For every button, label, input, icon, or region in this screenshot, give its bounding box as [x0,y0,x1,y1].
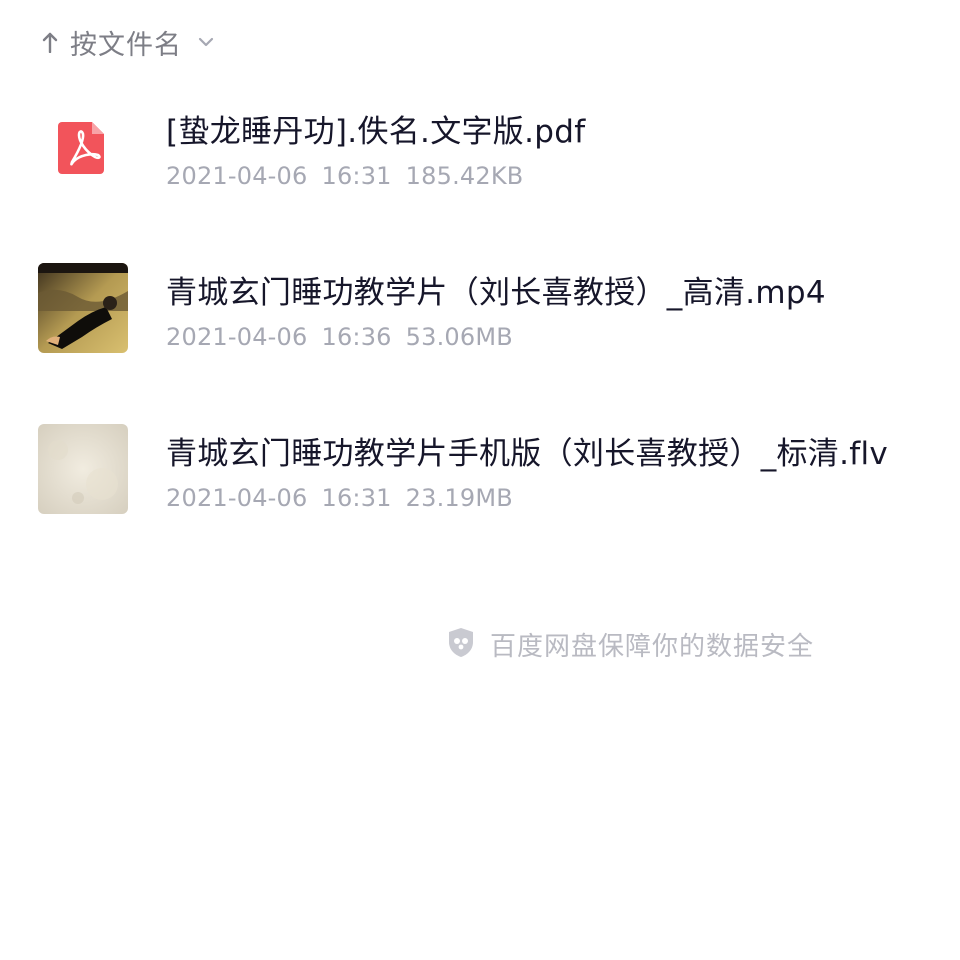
file-name: 青城玄门睡功教学片手机版（刘长喜教授）_标清.flv [166,436,889,472]
file-list: [蛰龙睡丹功].佚名.文字版.pdf 2021-04-06 16:31 185.42… [0,92,960,575]
security-note-text: 百度网盘保障你的数据安全 [490,631,815,662]
file-date: 2021-04-06 [166,484,308,512]
file-meta: 2021-04-06 16:31 23.19MB [166,484,513,512]
file-date: 2021-04-06 [166,323,308,351]
sort-label: 按文件名 [70,29,182,61]
file-name: [蛰龙睡丹功].佚名.文字版.pdf [166,114,586,150]
file-row[interactable]: 青城玄门睡功教学片手机版（刘长喜教授）_标清.flv 2021-04-06 16:… [0,414,960,575]
security-note: 百度网盘保障你的数据安全 [446,624,814,664]
sort-by-name-button[interactable]: 按文件名 [40,20,214,64]
file-time: 16:36 [321,323,392,351]
file-date: 2021-04-06 [166,162,308,190]
video-thumbnail [38,263,128,353]
file-size: 53.06MB [405,323,513,351]
file-row[interactable]: 青城玄门睡功教学片（刘长喜教授）_高清.mp4 2021-04-06 16:36 5… [0,253,960,414]
file-time: 16:31 [321,162,392,190]
file-name: 青城玄门睡功教学片（刘长喜教授）_高清.mp4 [166,275,826,311]
file-time: 16:31 [321,484,392,512]
file-size: 185.42KB [405,162,524,190]
file-row[interactable]: [蛰龙睡丹功].佚名.文字版.pdf 2021-04-06 16:31 185.42… [0,92,960,253]
file-meta: 2021-04-06 16:31 185.42KB [166,162,523,190]
arrow-up-icon [40,30,60,54]
pdf-file-icon [38,102,128,192]
file-meta: 2021-04-06 16:36 53.06MB [166,323,513,351]
video-thumbnail [38,424,128,514]
file-size: 23.19MB [405,484,513,512]
chevron-down-icon [198,36,214,48]
shield-icon [446,626,476,662]
